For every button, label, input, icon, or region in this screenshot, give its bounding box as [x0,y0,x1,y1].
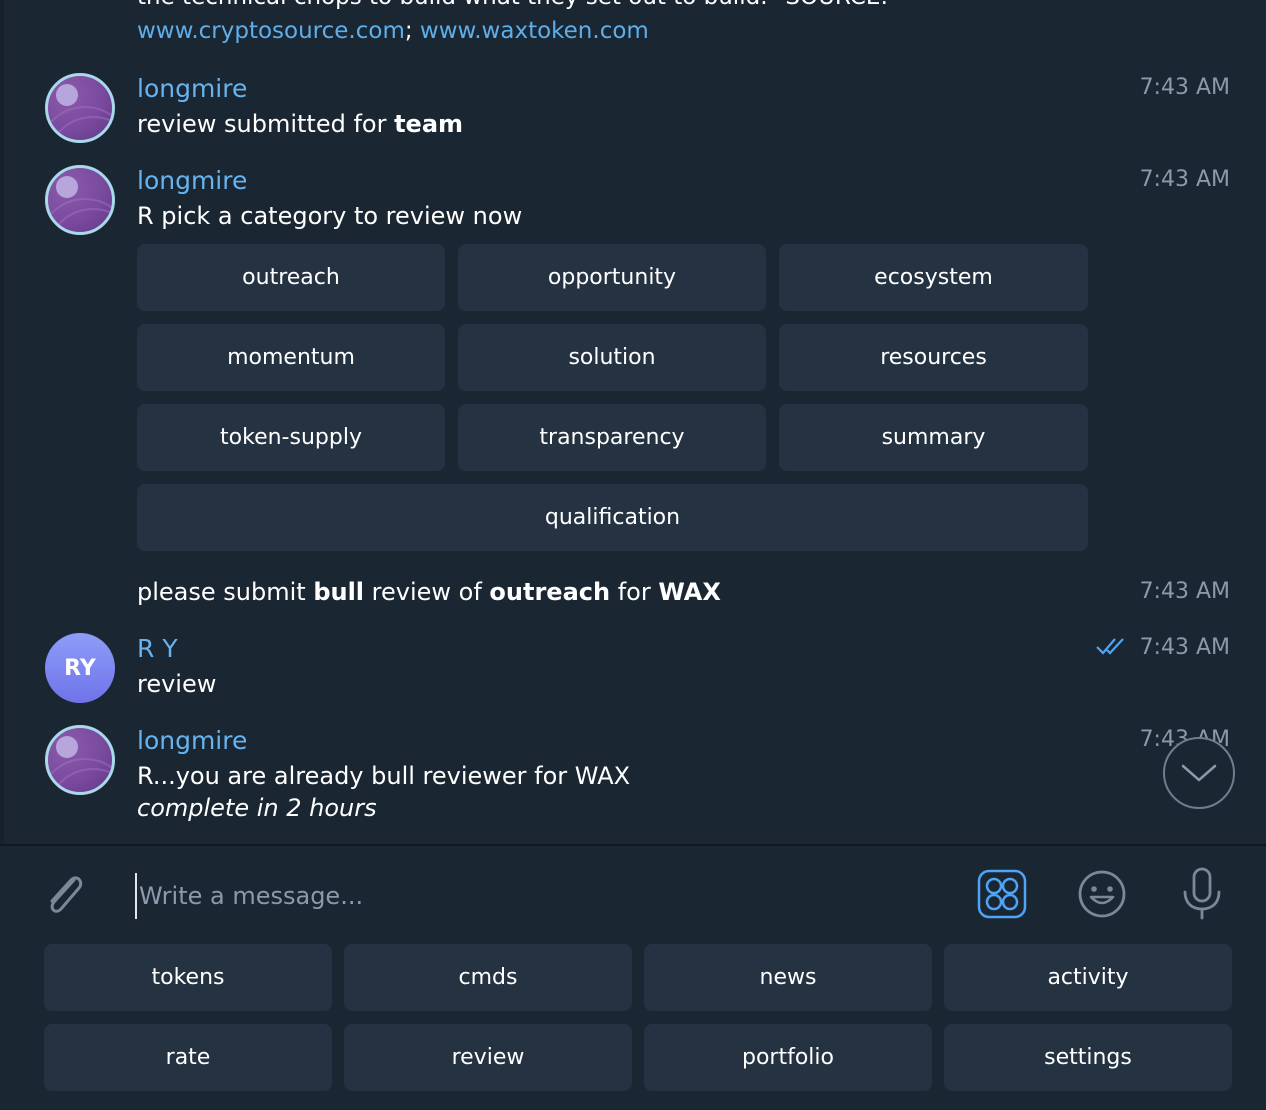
avatar-moon [56,736,78,758]
double-check-icon [1096,638,1124,655]
inline-button-solution[interactable]: solution [458,324,766,391]
chevron-down-icon [1181,764,1217,782]
sender-name[interactable]: longmire [137,166,247,195]
inline-button-transparency[interactable]: transparency [458,404,766,471]
inline-button-outreach[interactable]: outreach [137,244,445,311]
previous-message-links: www.cryptosource.com; www.waxtoken.com [137,18,649,44]
sender-name[interactable]: longmire [137,726,247,755]
message-italic-text: complete in 2 hours [137,794,377,822]
reply-button-settings[interactable]: settings [944,1024,1232,1091]
previous-message-text: the technical chops to build what they s… [137,0,888,10]
bot-commands-icon[interactable] [977,869,1027,919]
inline-button-resources[interactable]: resources [779,324,1088,391]
message-text: R pick a category to review now [137,202,523,230]
reply-button-cmds[interactable]: cmds [344,944,632,1011]
inline-button-momentum[interactable]: momentum [137,324,445,391]
scroll-to-bottom-button[interactable] [1163,737,1235,809]
message-timestamp: 7:43 AM [1139,579,1230,604]
reply-button-activity[interactable]: activity [944,944,1232,1011]
message-timestamp: 7:43 AM [1139,167,1230,192]
message-timestamp: 7:43 AM [1139,635,1230,660]
sender-name[interactable]: R Y [137,634,178,663]
avatar-moon [56,176,78,198]
message-text: review [137,670,217,698]
message-input[interactable] [135,873,961,919]
emoji-icon[interactable] [1076,868,1128,920]
message-timestamp: 7:43 AM [1139,75,1230,100]
message-text: please submit bull review of outreach fo… [137,578,721,606]
link-cryptosource[interactable]: www.cryptosource.com [137,18,405,44]
left-border [0,0,4,845]
sender-name[interactable]: longmire [137,74,247,103]
avatar-longmire[interactable] [45,73,115,143]
message-text: R...you are already bull reviewer for WA… [137,762,631,790]
reply-button-rate[interactable]: rate [44,1024,332,1091]
message-text: review submitted for team [137,110,464,138]
link-separator: ; [404,18,413,44]
inline-button-opportunity[interactable]: opportunity [458,244,766,311]
reply-button-review[interactable]: review [344,1024,632,1091]
avatar-ry[interactable]: RY [45,633,115,703]
paperclip-icon[interactable] [40,868,88,920]
link-waxtoken[interactable]: www.waxtoken.com [420,18,649,44]
reply-button-portfolio[interactable]: portfolio [644,1024,932,1091]
avatar-longmire[interactable] [45,165,115,235]
reply-button-tokens[interactable]: tokens [44,944,332,1011]
inline-button-token-supply[interactable]: token-supply [137,404,445,471]
chat-history: the technical chops to build what they s… [0,0,1266,845]
avatar-moon [56,84,78,106]
reply-button-news[interactable]: news [644,944,932,1011]
inline-button-qualification[interactable]: qualification [137,484,1088,551]
avatar-longmire[interactable] [45,725,115,795]
inline-button-summary[interactable]: summary [779,404,1088,471]
microphone-icon[interactable] [1180,866,1224,922]
inline-button-ecosystem[interactable]: ecosystem [779,244,1088,311]
